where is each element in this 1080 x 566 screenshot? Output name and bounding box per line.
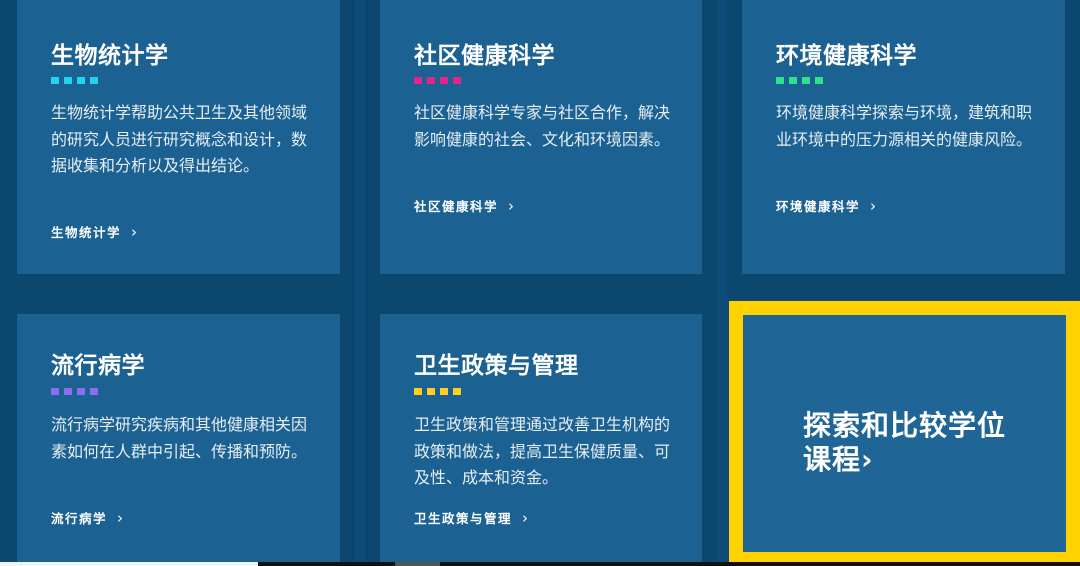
card-title: 流行病学 <box>51 353 145 379</box>
accent-dot <box>90 388 98 395</box>
accent-dot <box>64 77 72 84</box>
card-description: 流行病学研究疾病和其他健康相关因素如何在人群中引起、传播和预防。 <box>51 415 308 461</box>
program-card-community-health: 社区健康科学 社区健康科学专家与社区合作，解决影响健康的社会、文化和环境因素。 … <box>380 0 702 274</box>
community-health-link[interactable]: 社区健康科学 › <box>414 196 516 215</box>
program-card-biostatistics: 生物统计学 生物统计学帮助公共卫生及其他领域的研究人员进行研究概念和设计，数据收… <box>17 0 340 274</box>
scroll-thumb[interactable] <box>395 562 440 566</box>
accent-dot <box>64 388 72 395</box>
biostatistics-link[interactable]: 生物统计学 › <box>51 222 139 241</box>
accent-dot <box>789 77 797 84</box>
chevron-right-icon: › <box>131 222 139 241</box>
scroll-bar <box>0 562 1080 566</box>
explore-degrees-link[interactable]: 探索和比较学位课程› <box>803 409 1023 477</box>
card-title: 社区健康科学 <box>414 43 555 69</box>
link-label: 卫生政策与管理 <box>414 511 513 526</box>
accent-dot <box>427 77 435 84</box>
accent-dots <box>51 77 98 84</box>
accent-dots <box>51 388 98 395</box>
accent-dot <box>51 388 59 395</box>
accent-dot <box>414 77 422 84</box>
health-policy-link[interactable]: 卫生政策与管理 › <box>414 508 530 527</box>
link-label: 生物统计学 <box>51 225 122 240</box>
accent-dot <box>440 388 448 395</box>
accent-dot <box>51 77 59 84</box>
accent-dot <box>776 77 784 84</box>
program-card-epidemiology: 流行病学 流行病学研究疾病和其他健康相关因素如何在人群中引起、传播和预防。 流行… <box>17 314 340 566</box>
chevron-right-icon: › <box>870 196 878 215</box>
link-label: 社区健康科学 <box>414 199 499 214</box>
chevron-right-icon: › <box>508 196 516 215</box>
accent-dot <box>453 77 461 84</box>
link-label: 环境健康科学 <box>776 199 861 214</box>
card-description: 生物统计学帮助公共卫生及其他领域的研究人员进行研究概念和设计，数据收集和分析以及… <box>51 103 308 175</box>
accent-dot <box>802 77 810 84</box>
program-card-environmental-health: 环境健康科学 环境健康科学探索与环境，建筑和职业环境中的压力源相关的健康风险。 … <box>742 0 1065 274</box>
accent-dot <box>77 388 85 395</box>
accent-dots <box>414 388 461 395</box>
scroll-track-segment <box>0 562 258 566</box>
accent-dot <box>414 388 422 395</box>
card-description: 卫生政策和管理通过改善卫生机构的政策和做法，提高卫生保健质量、可及性、成本和资金… <box>414 415 671 487</box>
card-description: 环境健康科学探索与环境，建筑和职业环境中的压力源相关的健康风险。 <box>776 103 1033 149</box>
link-label: 流行病学 <box>51 511 108 526</box>
program-card-health-policy: 卫生政策与管理 卫生政策和管理通过改善卫生机构的政策和做法，提高卫生保健质量、可… <box>380 314 702 566</box>
accent-dot <box>77 77 85 84</box>
card-description: 社区健康科学专家与社区合作，解决影响健康的社会、文化和环境因素。 <box>414 103 671 149</box>
chevron-right-icon: › <box>522 508 530 527</box>
accent-dots <box>414 77 461 84</box>
accent-dot <box>440 77 448 84</box>
epidemiology-link[interactable]: 流行病学 › <box>51 508 125 527</box>
accent-dot <box>815 77 823 84</box>
accent-dot <box>90 77 98 84</box>
accent-dots <box>776 77 823 84</box>
accent-dot <box>427 388 435 395</box>
explore-degrees-card[interactable]: 探索和比较学位课程› <box>729 301 1080 566</box>
card-title: 卫生政策与管理 <box>414 353 579 379</box>
card-title: 环境健康科学 <box>776 43 917 69</box>
chevron-right-icon: › <box>117 508 125 527</box>
card-title: 生物统计学 <box>51 43 169 69</box>
accent-dot <box>453 388 461 395</box>
environmental-health-link[interactable]: 环境健康科学 › <box>776 196 878 215</box>
